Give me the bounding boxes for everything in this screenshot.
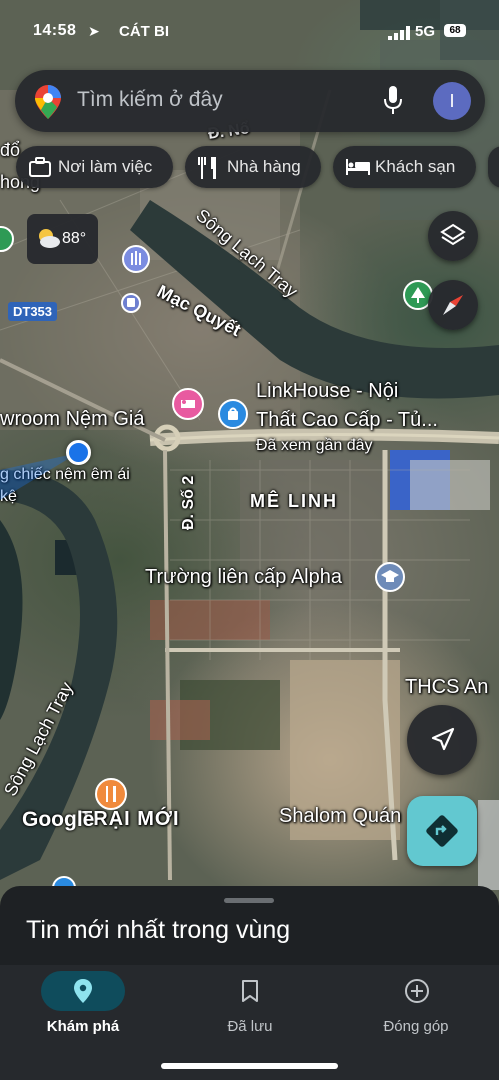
- status-bar: 14:58 ➤ CÁT BI 5G 68: [0, 20, 499, 46]
- layers-button[interactable]: [428, 211, 478, 261]
- hotel-icon: [346, 159, 370, 175]
- layers-icon: [440, 223, 466, 246]
- user-location-dot: [66, 440, 91, 465]
- nav-explore[interactable]: Khám phá: [13, 965, 153, 1045]
- sheet-drag-handle[interactable]: [224, 898, 274, 903]
- chip-workplace-label: Nơi làm việc: [58, 157, 153, 176]
- weather-badge[interactable]: 88°: [27, 214, 98, 264]
- nav-saved[interactable]: Đã lưu: [180, 965, 320, 1045]
- directions-button[interactable]: [407, 796, 477, 866]
- school-poi-icon[interactable]: [375, 562, 405, 592]
- restaurant-icon: [198, 157, 216, 179]
- chip-restaurant[interactable]: Nhà hàng: [185, 146, 321, 188]
- poi-sublabel-recently-viewed: Đã xem gần đây: [256, 437, 373, 454]
- transit-poi-icon[interactable]: [122, 245, 150, 273]
- street-label-so-2: Đ. Số 2: [180, 475, 197, 530]
- chip-hotel-label: Khách sạn: [375, 157, 456, 176]
- nav-explore-label: Khám phá: [46, 1018, 120, 1035]
- district-label-me-linh: MÊ LINH: [250, 491, 338, 511]
- mic-icon[interactable]: [383, 86, 403, 116]
- poi-label-showroom[interactable]: wroom Nệm Giá: [0, 408, 144, 431]
- nav-saved-label: Đã lưu: [227, 1018, 273, 1035]
- poi-label-linkhouse-2[interactable]: Thất Cao Cấp - Tủ...: [256, 409, 438, 432]
- poi-label-thcs[interactable]: THCS An: [405, 676, 488, 699]
- compass-icon: [443, 295, 463, 315]
- poi-label-shalom[interactable]: Shalom Quán: [279, 805, 401, 828]
- search-bar[interactable]: Tìm kiếm ở đây I: [15, 70, 485, 132]
- account-avatar[interactable]: I: [433, 82, 471, 120]
- poi-label-school[interactable]: Trường liên cấp Alpha: [145, 566, 342, 589]
- chip-more[interactable]: [488, 146, 499, 188]
- poi-label-linkhouse-1[interactable]: LinkHouse - Nội: [256, 380, 398, 403]
- location-pin-icon: [74, 979, 92, 1003]
- district-label-trai-moi: TRẠI MỚI: [80, 808, 180, 830]
- maps-pin-logo-icon: [35, 85, 61, 119]
- google-watermark: Google: [22, 808, 95, 831]
- weather-temp: 88°: [62, 230, 87, 247]
- directions-icon: [426, 815, 458, 847]
- nav-contribute[interactable]: Đóng góp: [346, 965, 486, 1045]
- status-network: 5G: [415, 23, 436, 40]
- navigation-arrow-icon: [431, 727, 455, 751]
- status-time: 14:58: [33, 22, 77, 39]
- partly-cloudy-icon: [39, 229, 60, 248]
- location-arrow-icon: ➤: [88, 23, 100, 39]
- my-location-button[interactable]: [407, 705, 477, 775]
- add-circle-icon: [405, 979, 429, 1003]
- hotel-poi-icon[interactable]: [172, 388, 204, 420]
- road-badge-dt353: DT353: [8, 302, 58, 321]
- sheet-title: Tin mới nhất trong vùng: [26, 916, 291, 944]
- home-indicator[interactable]: [161, 1063, 338, 1069]
- status-carrier: CÁT BI: [119, 23, 169, 40]
- chip-hotel[interactable]: Khách sạn: [333, 146, 476, 188]
- chip-restaurant-label: Nhà hàng: [227, 157, 301, 176]
- briefcase-icon: [29, 157, 51, 177]
- bottom-sheet[interactable]: Tin mới nhất trong vùng: [0, 886, 499, 976]
- nav-contribute-label: Đóng góp: [383, 1018, 449, 1035]
- shopping-poi-icon[interactable]: [218, 399, 248, 429]
- bus-stop-icon[interactable]: [121, 293, 141, 313]
- restaurant-poi-icon[interactable]: [95, 778, 127, 810]
- chip-workplace[interactable]: Nơi làm việc: [16, 146, 173, 188]
- battery-icon: 68: [444, 24, 466, 37]
- category-chips: Nơi làm việc Nhà hàng Khách sạn: [0, 146, 499, 190]
- search-input[interactable]: Tìm kiếm ở đây: [77, 88, 223, 112]
- signal-bars-icon: [388, 26, 410, 40]
- compass-button[interactable]: [428, 280, 478, 330]
- bookmark-icon: [242, 980, 258, 1002]
